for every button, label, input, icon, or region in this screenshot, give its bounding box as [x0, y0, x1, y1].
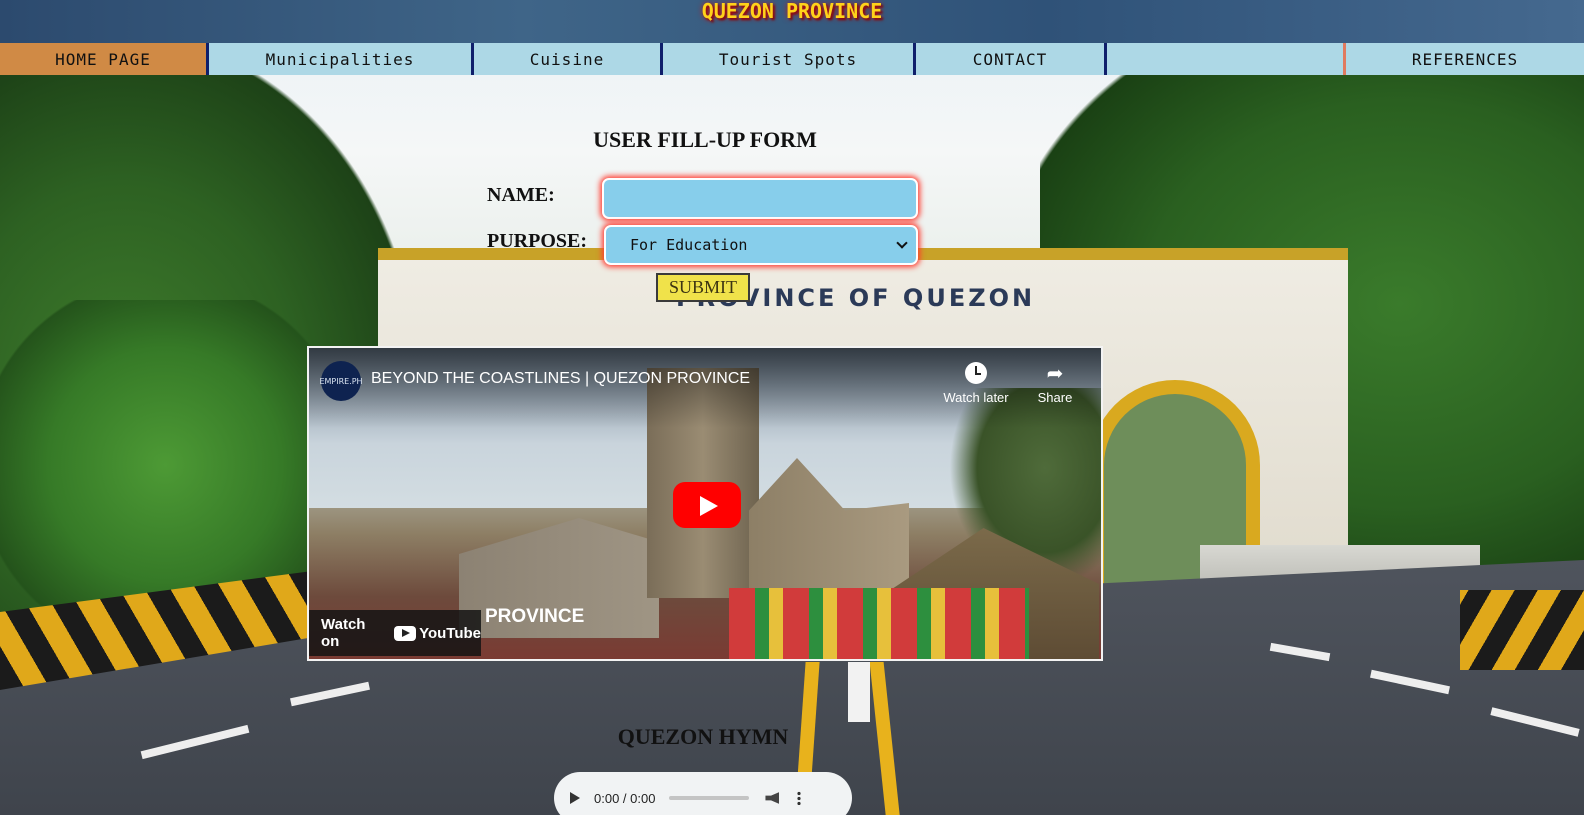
share-icon: ➦ [1046, 361, 1064, 385]
play-button[interactable] [673, 482, 741, 528]
watch-on-label: Watch on [321, 616, 366, 650]
nav-home-page[interactable]: HOME PAGE [0, 43, 209, 75]
channel-avatar[interactable]: EMPIRE.PH [319, 361, 363, 401]
nav-contact[interactable]: CONTACT [916, 43, 1107, 75]
purpose-label: PURPOSE: [487, 230, 587, 252]
watch-later-label: Watch later [943, 390, 1009, 405]
volume-icon[interactable] [765, 792, 780, 804]
nav-tourist-spots[interactable]: Tourist Spots [663, 43, 916, 75]
site-title: QUEZON PROVINCE [701, 0, 883, 23]
audio-player[interactable]: 0:00 / 0:00 [554, 772, 852, 815]
nav-municipalities[interactable]: Municipalities [209, 43, 474, 75]
youtube-label: YouTube [419, 624, 481, 642]
more-options-icon[interactable] [797, 791, 802, 805]
chevron-down-icon [896, 237, 908, 249]
main-nav: HOME PAGE Municipalities Cuisine Tourist… [0, 43, 1584, 75]
youtube-logo: YouTube [394, 625, 481, 642]
purpose-select[interactable]: For Education [604, 225, 918, 265]
name-label: NAME: [487, 184, 555, 206]
video-title[interactable]: BEYOND THE COASTLINES | QUEZON PROVINCE [371, 370, 750, 388]
name-input[interactable] [602, 178, 918, 219]
share-button[interactable]: ➦ Share [1029, 362, 1081, 405]
clock-icon [965, 362, 987, 384]
youtube-icon [394, 625, 417, 641]
share-label: Share [1037, 390, 1073, 405]
video-decorations [729, 588, 1029, 659]
purpose-selected-value: For Education [630, 236, 748, 254]
audio-time: 0:00 / 0:00 [594, 790, 656, 806]
nav-cuisine[interactable]: Cuisine [474, 43, 663, 75]
video-embed[interactable]: EMPIRE.PH BEYOND THE COASTLINES | QUEZON… [307, 346, 1103, 661]
submit-button[interactable]: SUBMIT [656, 273, 750, 302]
form-title: USER FILL-UP FORM [593, 127, 817, 152]
watch-later-button[interactable]: Watch later [937, 362, 1015, 405]
audio-progress-bar[interactable] [669, 796, 750, 800]
road-center-marking [848, 662, 870, 722]
watch-on-youtube-button[interactable]: Watch on YouTube [309, 610, 481, 656]
play-icon[interactable] [570, 792, 580, 804]
video-overlay-text: PROVINCE [485, 606, 585, 627]
nav-empty-item[interactable] [1107, 43, 1346, 75]
hymn-title: QUEZON HYMN [617, 724, 789, 749]
striped-barrier-right [1460, 590, 1584, 670]
nav-references[interactable]: REFERENCES [1346, 43, 1584, 75]
play-icon [700, 496, 718, 516]
